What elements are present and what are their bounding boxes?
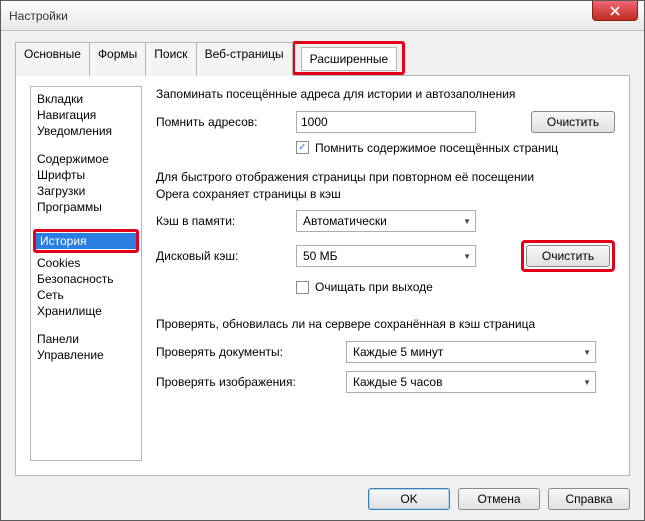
tab-advanced-highlight: Расширенные [292, 41, 406, 75]
check-server-intro: Проверять, обновилась ли на сервере сохр… [156, 316, 615, 333]
tabstrip: Основные Формы Поиск Веб-страницы Расшир… [15, 41, 630, 76]
chevron-down-icon: ▼ [463, 252, 471, 261]
disk-cache-label: Дисковый кэш: [156, 249, 286, 263]
close-button[interactable] [592, 1, 638, 21]
memory-cache-label: Кэш в памяти: [156, 214, 286, 228]
clear-addresses-button[interactable]: Очистить [531, 111, 615, 133]
remember-content-label: Помнить содержимое посещённых страниц [315, 141, 558, 155]
memory-cache-row: Кэш в памяти: Автоматически ▼ [156, 210, 615, 232]
check-docs-value: Каждые 5 минут [353, 345, 443, 359]
sidebar-item-history-highlight: История [33, 229, 139, 253]
window-title: Настройки [9, 9, 68, 23]
check-docs-combo[interactable]: Каждые 5 минут ▼ [346, 341, 596, 363]
tab-panel: Вкладки Навигация Уведомления Содержимое… [15, 76, 630, 476]
memory-cache-combo[interactable]: Автоматически ▼ [296, 210, 476, 232]
sidebar-item-programs[interactable]: Программы [31, 199, 141, 215]
check-imgs-value: Каждые 5 часов [353, 375, 442, 389]
check-docs-row: Проверять документы: Каждые 5 минут ▼ [156, 341, 615, 363]
clear-on-exit-row: Очищать при выходе [296, 280, 615, 294]
cache-intro-text: Для быстрого отображения страницы при по… [156, 169, 615, 203]
remember-addresses-input[interactable] [296, 111, 476, 133]
ok-button[interactable]: OK [368, 488, 450, 510]
clear-on-exit-check[interactable]: Очищать при выходе [296, 280, 433, 294]
history-intro-text: Запоминать посещённые адреса для истории… [156, 86, 615, 103]
memory-cache-value: Автоматически [303, 214, 387, 228]
help-button[interactable]: Справка [548, 488, 630, 510]
clear-on-exit-label: Очищать при выходе [315, 280, 433, 294]
check-imgs-row: Проверять изображения: Каждые 5 часов ▼ [156, 371, 615, 393]
sidebar-item-content[interactable]: Содержимое [31, 151, 141, 167]
checkbox-icon [296, 281, 309, 294]
chevron-down-icon: ▼ [583, 378, 591, 387]
chevron-down-icon: ▼ [463, 217, 471, 226]
sidebar-item-history[interactable]: История [36, 233, 136, 249]
client-area: Основные Формы Поиск Веб-страницы Расшир… [1, 31, 644, 476]
sidebar-item-notifications[interactable]: Уведомления [31, 123, 141, 139]
tab-webpages[interactable]: Веб-страницы [196, 42, 293, 76]
remember-addresses-row: Помнить адресов: Очистить [156, 111, 615, 133]
clear-disk-cache-button[interactable]: Очистить [526, 245, 610, 267]
remember-content-row: ✓ Помнить содержимое посещённых страниц [296, 141, 615, 155]
sidebar-item-downloads[interactable]: Загрузки [31, 183, 141, 199]
remember-content-check[interactable]: ✓ Помнить содержимое посещённых страниц [296, 141, 558, 155]
sidebar-item-network[interactable]: Сеть [31, 287, 141, 303]
disk-cache-combo[interactable]: 50 МБ ▼ [296, 245, 476, 267]
check-imgs-label: Проверять изображения: [156, 375, 336, 389]
chevron-down-icon: ▼ [583, 348, 591, 357]
close-icon [610, 6, 620, 16]
sidebar-item-navigation[interactable]: Навигация [31, 107, 141, 123]
tab-main[interactable]: Основные [15, 42, 90, 76]
disk-cache-value: 50 МБ [303, 249, 338, 263]
sidebar: Вкладки Навигация Уведомления Содержимое… [30, 86, 142, 461]
checkbox-icon: ✓ [296, 141, 309, 154]
sidebar-item-panels[interactable]: Панели [31, 331, 141, 347]
sidebar-item-management[interactable]: Управление [31, 347, 141, 363]
dialog-footer: OK Отмена Справка [368, 488, 630, 510]
sidebar-item-fonts[interactable]: Шрифты [31, 167, 141, 183]
clear-disk-cache-highlight: Очистить [521, 240, 615, 272]
sidebar-item-tabs[interactable]: Вкладки [31, 91, 141, 107]
content-area: Запоминать посещённые адреса для истории… [156, 86, 615, 461]
disk-cache-row: Дисковый кэш: 50 МБ ▼ Очистить [156, 240, 615, 272]
tab-forms[interactable]: Формы [89, 42, 146, 76]
settings-window: Настройки Основные Формы Поиск Веб-стран… [0, 0, 645, 521]
sidebar-item-storage[interactable]: Хранилище [31, 303, 141, 319]
check-imgs-combo[interactable]: Каждые 5 часов ▼ [346, 371, 596, 393]
cancel-button[interactable]: Отмена [458, 488, 540, 510]
check-docs-label: Проверять документы: [156, 345, 336, 359]
tab-advanced[interactable]: Расширенные [301, 47, 398, 71]
remember-addresses-label: Помнить адресов: [156, 115, 286, 129]
sidebar-item-security[interactable]: Безопасность [31, 271, 141, 287]
titlebar: Настройки [1, 1, 644, 31]
sidebar-item-cookies[interactable]: Cookies [31, 255, 141, 271]
tab-search[interactable]: Поиск [145, 42, 196, 76]
